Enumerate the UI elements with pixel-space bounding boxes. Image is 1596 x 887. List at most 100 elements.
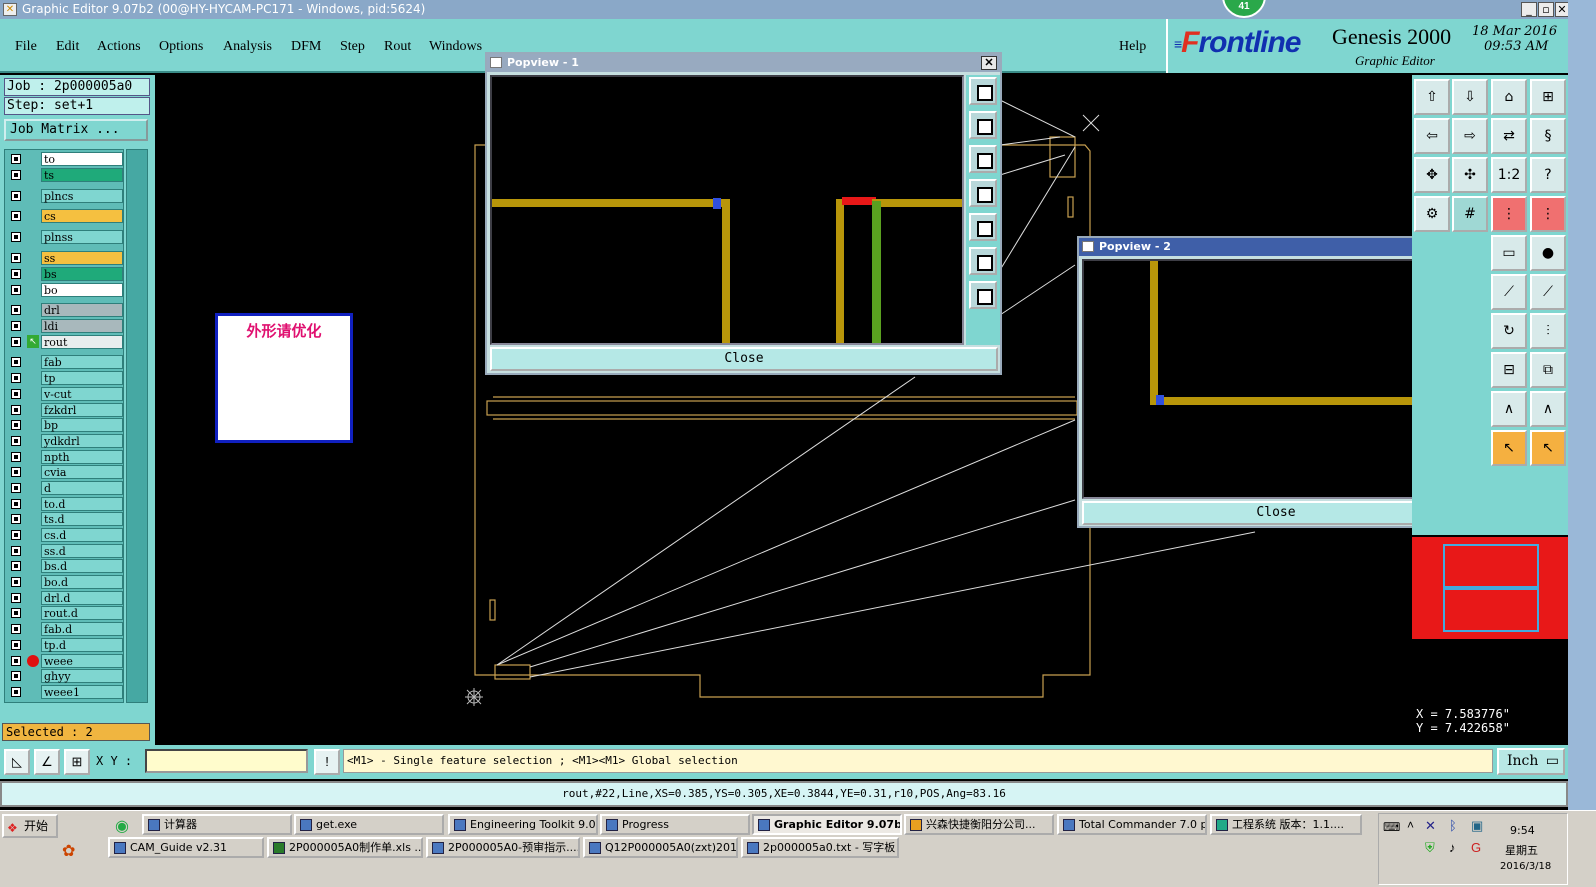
pan-left-icon[interactable]	[969, 179, 997, 207]
popview-1-close-button[interactable]: Close	[490, 347, 998, 371]
zoom-pan-icon[interactable]: ✣	[1452, 157, 1488, 193]
menu-rout[interactable]: Rout	[384, 39, 411, 55]
arc-icon-2[interactable]: ∧	[1530, 391, 1566, 427]
menu-edit[interactable]: Edit	[56, 39, 79, 55]
layer-checkbox[interactable]	[11, 170, 21, 180]
maximize-button[interactable]: ▫	[1538, 2, 1554, 17]
layer-row[interactable]: tp	[7, 371, 125, 385]
layer-checkbox[interactable]	[11, 337, 21, 347]
tray-expand-icon[interactable]: ˄	[1407, 818, 1414, 832]
volume-icon[interactable]: ♪	[1449, 840, 1456, 855]
menu-file[interactable]: File	[15, 39, 37, 55]
layer-checkbox[interactable]	[11, 608, 21, 618]
net-red-icon[interactable]: ⋮	[1491, 196, 1527, 232]
rotate-icon[interactable]: ↻	[1491, 313, 1527, 349]
layer-row[interactable]: to	[7, 152, 125, 166]
task-total-commander[interactable]: Total Commander 7.0 p...	[1057, 814, 1207, 835]
window-split-icon[interactable]: ⊞	[1530, 79, 1566, 115]
layer-row[interactable]: ydkdrl	[7, 434, 125, 448]
unit-toggle-button[interactable]: Inch ▭	[1497, 748, 1565, 775]
task-engineering-toolkit[interactable]: Engineering Toolkit 9.0...	[448, 814, 598, 835]
layer-row[interactable]: ts	[7, 168, 125, 182]
layer-checkbox[interactable]	[11, 546, 21, 556]
layer-row[interactable]: cvia	[7, 465, 125, 479]
layer-checkbox[interactable]	[11, 656, 21, 666]
menu-windows[interactable]: Windows	[429, 39, 482, 55]
layer-row[interactable]: tp.d	[7, 638, 125, 652]
quick-launch-chrome-icon[interactable]: ◉	[115, 816, 129, 836]
zoom-fit-icon[interactable]	[969, 77, 997, 105]
menu-actions[interactable]: Actions	[97, 39, 141, 55]
layer-row[interactable]: bo	[7, 283, 125, 297]
snap-icon[interactable]: ◺	[4, 749, 30, 775]
layer-checkbox[interactable]	[11, 321, 21, 331]
menu-analysis[interactable]: Analysis	[223, 39, 272, 55]
layer-row[interactable]: rout ↖	[7, 335, 125, 349]
task-excel[interactable]: 2P000005A0制作单.xls ...	[267, 837, 423, 858]
task-getexe[interactable]: get.exe	[294, 814, 444, 835]
alert-icon[interactable]: !	[314, 749, 340, 775]
layer-row[interactable]: ldi	[7, 319, 125, 333]
job-matrix-button[interactable]: Job Matrix ...	[4, 119, 148, 141]
mirror-icon[interactable]: ⇄	[1491, 118, 1527, 154]
keyboard-icon[interactable]: ⌨	[1383, 820, 1400, 834]
home-down-icon[interactable]: ⇩	[1452, 79, 1488, 115]
layer-row[interactable]: v-cut	[7, 387, 125, 401]
layer-checkbox[interactable]	[11, 483, 21, 493]
connect-icon[interactable]: ⧉	[1530, 352, 1566, 388]
layer-checkbox[interactable]	[11, 357, 21, 367]
menu-dfm[interactable]: DFM	[291, 39, 321, 55]
layer-checkbox[interactable]	[11, 640, 21, 650]
grid-snap-icon[interactable]: ⊞	[64, 749, 90, 775]
pad-icon[interactable]: ●	[1530, 235, 1566, 271]
line-red-icon[interactable]: ⟋	[1491, 274, 1527, 310]
menu-options[interactable]: Options	[159, 39, 203, 55]
grid-icon[interactable]: #	[1452, 196, 1488, 232]
pan-down-icon[interactable]	[969, 145, 997, 173]
layer-checkbox[interactable]	[11, 191, 21, 201]
layer-checkbox[interactable]	[11, 154, 21, 164]
task-cam-guide[interactable]: CAM_Guide v2.31	[108, 837, 264, 858]
layer-checkbox[interactable]	[11, 452, 21, 462]
layer-row[interactable]: ss	[7, 251, 125, 265]
shield-icon[interactable]: ⛨	[1425, 840, 1435, 856]
task-preview-instructions[interactable]: 2P000005A0-预审指示....	[426, 837, 580, 858]
minimize-button[interactable]: _	[1521, 2, 1537, 17]
layer-checkbox[interactable]	[11, 514, 21, 524]
layer-checkbox[interactable]	[11, 671, 21, 681]
layer-checkbox[interactable]	[11, 499, 21, 509]
move-left-icon[interactable]: ⇦	[1414, 118, 1450, 154]
layer-row[interactable]: bs	[7, 267, 125, 281]
flip-red-icon[interactable]: ⫶	[1530, 313, 1566, 349]
layer-checkbox[interactable]	[11, 269, 21, 279]
layer-row[interactable]: fzkdrl	[7, 403, 125, 417]
zoom-in-icon[interactable]	[969, 247, 997, 275]
layer-checkbox[interactable]	[11, 530, 21, 540]
help-query-icon[interactable]: ?	[1530, 157, 1566, 193]
home-up-icon[interactable]: ⇧	[1414, 79, 1450, 115]
layer-checkbox[interactable]	[11, 593, 21, 603]
layer-checkbox[interactable]	[11, 561, 21, 571]
popview-1-close-icon[interactable]: ✕	[981, 56, 997, 70]
layer-row[interactable]: ghyy	[7, 669, 125, 683]
layer-row[interactable]: weee	[7, 654, 125, 668]
close-window-button[interactable]: ✕	[1555, 2, 1569, 17]
house-icon[interactable]: ⌂	[1491, 79, 1527, 115]
layer-row[interactable]: bs.d	[7, 559, 125, 573]
layer-row[interactable]: weee1	[7, 685, 125, 699]
overview-minimap[interactable]	[1412, 537, 1568, 639]
task-engineering-system[interactable]: 工程系统 版本：1.1....	[1210, 814, 1362, 835]
menu-step[interactable]: Step	[340, 39, 365, 55]
zoom-out-icon[interactable]	[969, 281, 997, 309]
select-pointer-icon[interactable]: ↖	[1491, 430, 1527, 466]
select-net-icon[interactable]: ↖	[1530, 430, 1566, 466]
start-button[interactable]: ❖ 开始	[2, 814, 58, 838]
popview-2-viewport[interactable]	[1082, 259, 1437, 499]
bluetooth-icon[interactable]: ᛒ	[1449, 818, 1457, 833]
scale-ratio-icon[interactable]: 1:2	[1491, 157, 1527, 193]
tray-app-icon[interactable]: ✕	[1425, 818, 1436, 834]
task-progress[interactable]: Progress	[600, 814, 750, 835]
pan-right-icon[interactable]	[969, 213, 997, 241]
layer-row[interactable]: to.d	[7, 497, 125, 511]
task-graphic-editor[interactable]: Graphic Editor 9.07b...	[752, 814, 902, 835]
